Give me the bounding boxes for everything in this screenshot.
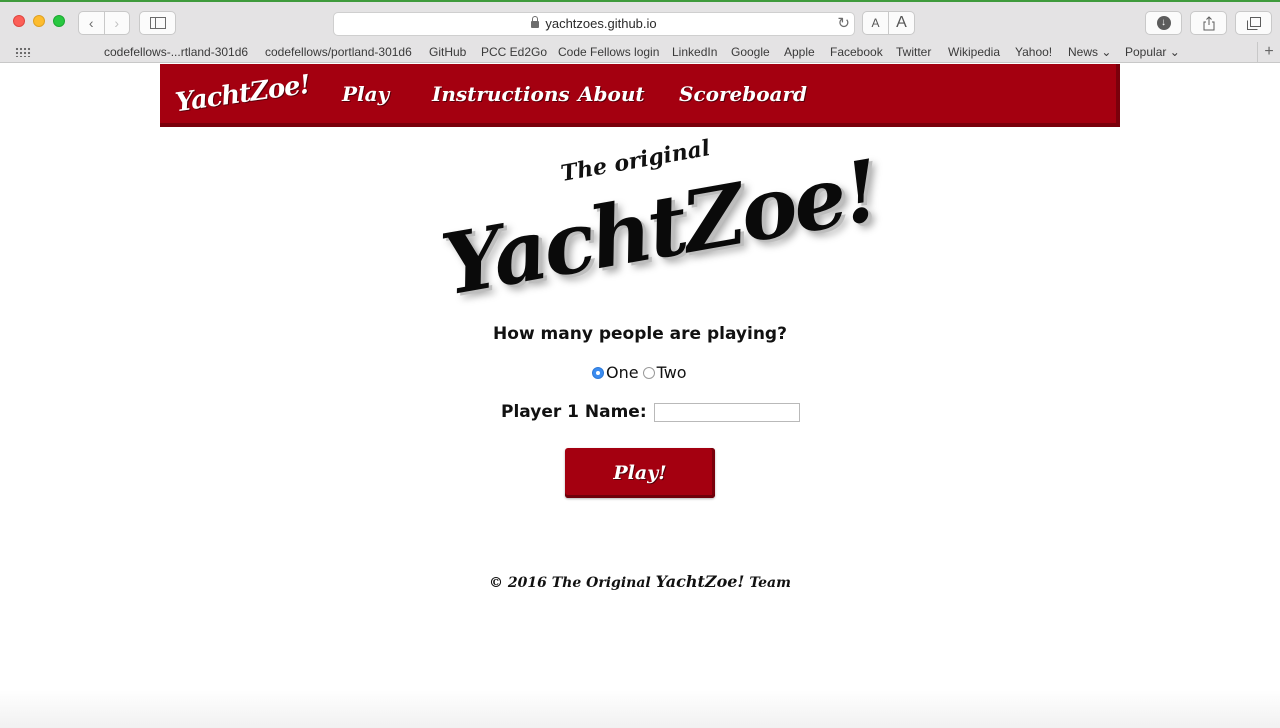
font-size-controls: A A — [862, 11, 915, 35]
bookmark-item[interactable]: Apple — [784, 45, 815, 59]
maximize-window-button[interactable] — [53, 15, 65, 27]
downloads-button[interactable]: ↓ — [1145, 11, 1182, 35]
history-nav: ‹ › — [78, 11, 130, 35]
player-name-row: Player 1 Name: — [501, 402, 800, 422]
url-text: yachtzoes.github.io — [545, 16, 657, 31]
nav-link-scoreboard[interactable]: Scoreboard — [679, 82, 807, 106]
player-count-question: How many people are playing? — [493, 324, 787, 344]
bookmark-item[interactable]: PCC Ed2Go — [481, 45, 547, 59]
tabs-icon — [1246, 16, 1261, 30]
bookmark-item[interactable]: codefellows/portland-301d6 — [265, 45, 412, 59]
reload-icon[interactable]: ↻ — [837, 13, 850, 35]
font-smaller-button[interactable]: A — [863, 12, 889, 34]
bookmark-item[interactable]: Google — [731, 45, 770, 59]
page-bottom-fade — [0, 690, 1280, 728]
radio-one[interactable] — [592, 366, 604, 379]
site-logo[interactable]: YachtZoe! — [174, 70, 312, 119]
player-name-input[interactable] — [653, 402, 800, 422]
bookmark-item[interactable]: Wikipedia — [948, 45, 1000, 59]
sidebar-icon — [149, 17, 166, 29]
radio-one-label[interactable]: One — [606, 363, 639, 382]
bookmark-item[interactable]: Yahoo! — [1015, 45, 1052, 59]
share-icon — [1203, 15, 1214, 30]
bookmark-item[interactable]: GitHub — [429, 45, 466, 59]
browser-toolbar: ‹ › yachtzoes.github.io ↻ A A ↓ — [0, 0, 1280, 42]
footer: © 2016 The Original YachtZoe! Team — [0, 572, 1280, 591]
bookmark-item[interactable]: Twitter — [896, 45, 931, 59]
footer-brand: YachtZoe! — [655, 572, 745, 591]
footer-prefix: © 2016 The Original — [489, 575, 651, 591]
player-name-label: Player 1 Name: — [501, 402, 647, 422]
address-bar[interactable]: yachtzoes.github.io ↻ — [333, 12, 855, 36]
forward-button[interactable]: › — [105, 12, 130, 34]
sidebar-toggle-button[interactable] — [139, 11, 176, 35]
nav-link-play[interactable]: Play — [342, 82, 389, 106]
font-larger-button[interactable]: A — [889, 12, 914, 34]
nav-link-about[interactable]: About — [578, 82, 645, 106]
back-button[interactable]: ‹ — [79, 12, 105, 34]
new-tab-plus-icon[interactable]: + — [1257, 42, 1280, 62]
bookmark-item[interactable]: LinkedIn — [672, 45, 717, 59]
top-sites-grid-icon[interactable] — [15, 47, 31, 57]
minimize-window-button[interactable] — [33, 15, 45, 27]
bookmarks-bar: codefellows-...rtland-301d6 codefellows/… — [0, 42, 1280, 63]
nav-link-instructions[interactable]: Instructions — [432, 82, 570, 106]
bookmark-item[interactable]: codefellows-...rtland-301d6 — [104, 45, 248, 59]
player-count-options: One Two — [592, 363, 691, 382]
download-icon: ↓ — [1156, 16, 1171, 30]
footer-suffix: Team — [749, 575, 791, 591]
site-navbar: YachtZoe! Play Instructions About Scoreb… — [160, 64, 1120, 127]
bookmark-popular-folder[interactable]: Popular ⌄ — [1125, 45, 1180, 59]
radio-two-label[interactable]: Two — [657, 363, 687, 382]
close-window-button[interactable] — [13, 15, 25, 27]
radio-two[interactable] — [642, 366, 655, 379]
lock-icon — [531, 16, 540, 28]
bookmark-news-folder[interactable]: News ⌄ — [1068, 45, 1111, 59]
bookmark-item[interactable]: Facebook — [830, 45, 883, 59]
show-tabs-button[interactable] — [1235, 11, 1272, 35]
bookmark-item[interactable]: Code Fellows login — [558, 45, 659, 59]
play-button[interactable]: Play! — [565, 448, 715, 498]
share-button[interactable] — [1190, 11, 1227, 35]
hero-logo: The original YachtZoe! — [430, 135, 885, 314]
